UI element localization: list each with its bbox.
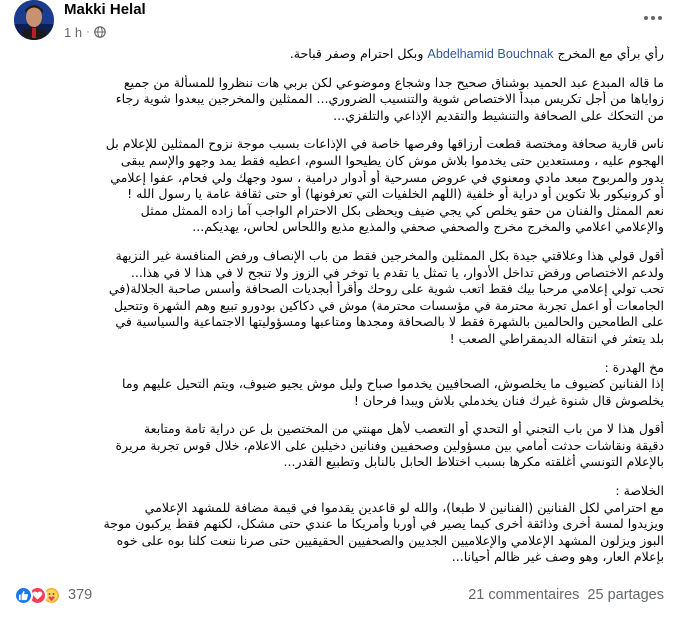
separator-dot: · — [86, 26, 90, 38]
post-line: الجامعات أو اعمل تجربة محترمة في مؤسسات … — [113, 297, 664, 313]
intro-before: رأي برأي مع المخرج — [557, 46, 664, 61]
post-line: تحب تولي إعلامي مرحبا بيك فقط اتعب شوية … — [108, 281, 664, 297]
post-line: بالإعلام التونسي أغلقته مكرها بسبب اختلا… — [283, 454, 664, 470]
post-line: الهجوم عليه ، ومستعدين حتى يخدموا بلاش م… — [120, 152, 664, 168]
post-line: يخلصوش قال شنوة غيرك فنان يخدملي بلاش وي… — [353, 392, 664, 408]
post-line: من التحكك على الصحافة والتنشيط والتقديم … — [333, 107, 664, 123]
author-avatar[interactable] — [14, 0, 54, 40]
post-line: ولدعم الاختصاص ورفض تداخل الأدوار، يا تم… — [130, 264, 664, 280]
post-line: البوز ويزلون المشهد الإعلامي والإعلاميين… — [116, 532, 664, 548]
mention-link[interactable]: Abdelhamid Bouchnak — [427, 47, 553, 61]
post-line: والإعلامي اعلامي والمخرج مخرج والصحفي صح… — [192, 219, 664, 235]
post-header: Makki Helal 1 h · — [12, 0, 668, 44]
ellipsis-icon — [644, 16, 662, 20]
more-options-button[interactable] — [638, 6, 668, 30]
post-line: مع احترامي لكل الفنانين (الفنانين لا طبع… — [144, 499, 664, 515]
post-intro: رأي برأي مع المخرج Abdelhamid Bouchnak و… — [12, 46, 664, 63]
like-reaction-icon — [14, 585, 33, 605]
post-line: بلد يتعثر في انتقاله الديمقراطي الصعب ! — [449, 330, 664, 346]
post-line: ويزيدوا لمسة أخرى وذائقة أخرى كيما يصير … — [103, 516, 664, 532]
avatar-photo — [14, 0, 54, 40]
post-time[interactable]: 1 h — [64, 25, 82, 40]
post-line: نعم الممثل والفنان من حقو يخلص كي يجي ضي… — [140, 202, 664, 218]
post-line: إذا الفنانين كضيوف ما يخلصوش، الصحافيين … — [122, 376, 664, 392]
author-name[interactable]: Makki Helal — [64, 1, 146, 18]
engagement-counts: 21 commentaires 25 partages — [468, 584, 664, 606]
post-meta: 1 h · — [64, 23, 106, 41]
post-line: مخ الهدرة : — [604, 359, 664, 375]
post-line: على الطامحين والحالمين بالشهرة فقط لا با… — [115, 314, 664, 330]
intro-after: وبكل احترام وصفر قباحة. — [289, 46, 424, 61]
post-line: أقول قولي هذا وعلاقتي جيدة بكل الممثلين … — [115, 247, 665, 263]
post-line: يدور والمربوح مبعد مادي ومعنوي في عروض م… — [110, 169, 664, 185]
post-line: دقيقة ونقاشات حدثت أمامي بين مسؤولين وصح… — [115, 437, 664, 453]
reaction-count: 379 — [68, 587, 93, 603]
reactions-summary[interactable]: 379 — [14, 584, 92, 606]
post-line: الخلاصة : — [615, 483, 664, 499]
post-line: ناس قارية صحافة ومختصة قطعت أرزاقها وفرص… — [105, 136, 664, 152]
post-line: ما قاله المبدع عبد الحميد بوشناق صحيح جد… — [123, 74, 664, 90]
post-footer: 379 21 commentaires 25 partages — [12, 584, 668, 606]
post-line: زواياها من أجل تكريس مبدأ الاختصاص شوية … — [115, 91, 664, 107]
comments-count-link[interactable]: 21 commentaires — [468, 587, 579, 603]
post-lines: ما قاله المبدع عبد الحميد بوشناق صحيح جد… — [12, 75, 664, 566]
globe-icon[interactable] — [93, 26, 106, 38]
shares-count-link[interactable]: 25 partages — [587, 587, 664, 603]
post-text: رأي برأي مع المخرج Abdelhamid Bouchnak و… — [12, 46, 664, 566]
post-line: أقول هذا لا من باب التجني أو التحدي أو ا… — [143, 421, 664, 437]
post-line: أو كرونيكور بلا تكوين أو دراية أو خلفية … — [127, 186, 664, 202]
post-line: بإعلام العار، وهو وصف غير ظالم أحيانا... — [451, 549, 664, 565]
